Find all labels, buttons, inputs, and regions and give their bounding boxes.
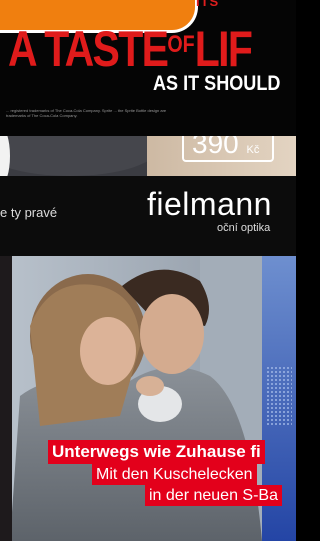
fielmann-slogan: e ty pravé [0,205,58,220]
left-dark-edge [0,256,12,541]
headline-taste: TASTE [44,21,169,77]
banner-fineprint: ... registered trademarks of The Coca-Co… [6,108,167,118]
fielmann-logo: fielmann [147,186,272,222]
price-amount: 390 [192,136,239,159]
train-ad-subline-2: in der neuen S-Ba [145,485,282,506]
knit-fabric-image [0,136,147,176]
headline-of: OF [167,31,195,58]
movie-ad-banner[interactable]: ITS A TASTEOFLIF AS IT SHOULD ... regist… [0,0,296,136]
train-ad-subline-1: Mit den Kuschelecken [92,464,257,485]
price-currency: Kč [246,144,260,156]
train-ad-headline: Unterwegs wie Zuhause fi [48,440,265,464]
fielmann-tagline: oční optika [217,222,271,234]
banner-headline: A TASTEOFLIF [8,20,253,77]
product-photo-strip[interactable]: 390 Kč [0,136,296,176]
banner-subline: AS IT SHOULD [153,72,281,95]
headline-a: A [8,21,36,77]
headline-life: LIF [194,21,253,77]
price-tag: 390 Kč [182,136,274,162]
banner-top-fragment: ITS [196,0,220,9]
